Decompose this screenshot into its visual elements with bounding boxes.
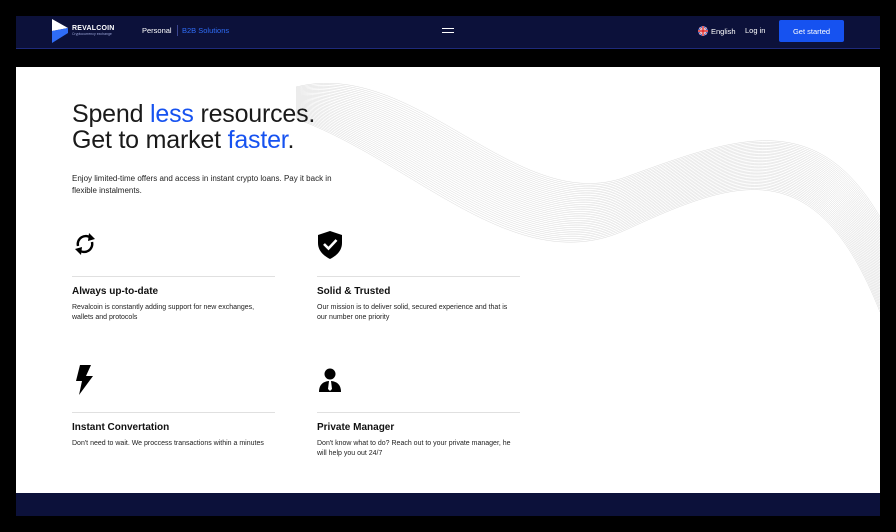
hero-line-1: Spend less resources. xyxy=(72,100,316,128)
get-started-button[interactable]: Get started xyxy=(779,20,844,42)
feature-title: Always up-to-date xyxy=(72,286,159,297)
feature-title: Solid & Trusted xyxy=(317,286,391,297)
nav-divider xyxy=(177,25,178,36)
uk-flag-icon xyxy=(698,26,708,36)
manager-icon xyxy=(319,368,341,392)
top-navbar: REVALCOIN Cryptocurrency exchange Person… xyxy=(16,16,880,49)
footer-section xyxy=(16,493,880,516)
logo-name: REVALCOIN xyxy=(72,25,115,33)
feature-title: Private Manager xyxy=(317,422,395,433)
lightning-icon xyxy=(76,365,93,395)
logo-mark-icon xyxy=(52,19,68,43)
refresh-icon xyxy=(75,233,95,255)
hero-title: Spend less resources. Get to market fast… xyxy=(72,101,315,153)
login-link[interactable]: Log in xyxy=(745,26,765,35)
logo[interactable]: REVALCOIN Cryptocurrency exchange xyxy=(52,19,115,43)
feature-description: Don't know what to do? Reach out to your… xyxy=(317,440,511,457)
language-label: English xyxy=(711,26,736,36)
feature-title: Instant Convertation xyxy=(72,422,170,433)
feature-description: Revalcoin is constantly adding support f… xyxy=(72,304,255,321)
hero-section: Spend less resources. Get to market fast… xyxy=(16,67,880,493)
hamburger-menu-icon[interactable] xyxy=(442,27,454,34)
browser-screen: REVALCOIN Cryptocurrency exchange Person… xyxy=(16,16,880,516)
nav-personal-link[interactable]: Personal xyxy=(142,26,172,35)
logo-subtitle: Cryptocurrency exchange xyxy=(72,32,112,37)
feature-description: Our mission is to deliver solid, secured… xyxy=(317,304,508,321)
language-selector[interactable]: English xyxy=(698,26,736,36)
device-frame: REVALCOIN Cryptocurrency exchange Person… xyxy=(0,0,896,532)
feature-divider xyxy=(72,276,275,277)
feature-divider xyxy=(72,412,275,413)
nav-b2b-link[interactable]: B2B Solutions xyxy=(182,26,229,35)
feature-divider xyxy=(317,276,520,277)
hero-line-2: Get to market faster. xyxy=(72,126,295,154)
shield-check-icon xyxy=(318,231,342,259)
feature-divider xyxy=(317,412,520,413)
feature-description: Don't need to wait. We proccess transact… xyxy=(72,440,264,447)
header-gap xyxy=(16,49,880,67)
hero-description: Enjoy limited-time offers and access in … xyxy=(72,174,332,195)
